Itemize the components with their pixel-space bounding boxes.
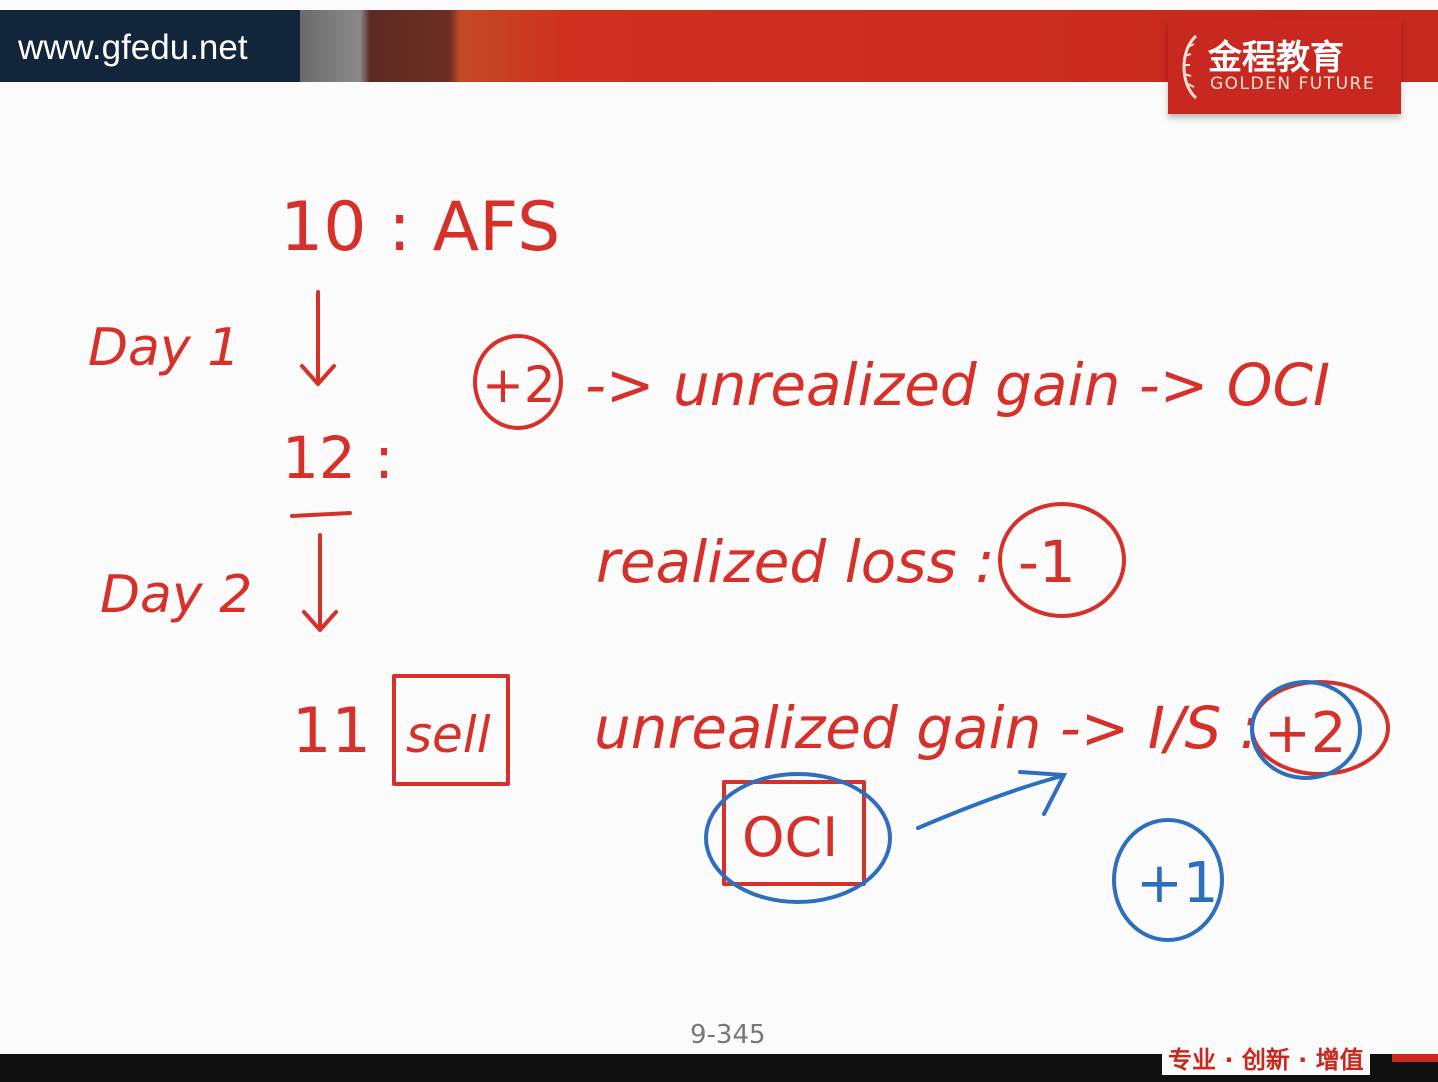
day2-label: Day 2 [100,565,252,625]
day1-circle-value: +2 [482,356,556,414]
page-number: 9-345 [690,1020,766,1050]
plus-one-value: +1 [1136,851,1219,916]
slogan: 专业 · 创新 · 增值 [1162,1040,1370,1075]
realized-loss-value: -1 [1018,528,1076,596]
sell-text: sell [406,706,491,764]
blue-arrow-icon [916,770,1068,830]
unrealized-text: unrealized gain -> I/S : [594,694,1259,762]
day1-text: -> unrealized gain -> OCI [585,351,1330,419]
initial-note: 10 : AFS [280,188,560,267]
underline [290,511,352,518]
down-arrow-icon [302,533,338,632]
day2-price: 11 [292,694,371,767]
footer-accent [1392,1054,1438,1062]
slide: www.gfedu.net 金程教育 GOLDEN FUTURE 10 : AF… [0,0,1438,1082]
down-arrow-icon [300,290,336,386]
handwritten-notes: 10 : AFS Day 1 +2 -> unrealized gain -> … [88,188,1390,942]
oci-text: OCI [742,806,838,869]
day1-label: Day 1 [88,318,240,378]
is-circle-value: +2 [1264,701,1347,766]
realized-loss-text: realized loss : [596,528,995,596]
day1-price: 12 : [282,424,394,492]
